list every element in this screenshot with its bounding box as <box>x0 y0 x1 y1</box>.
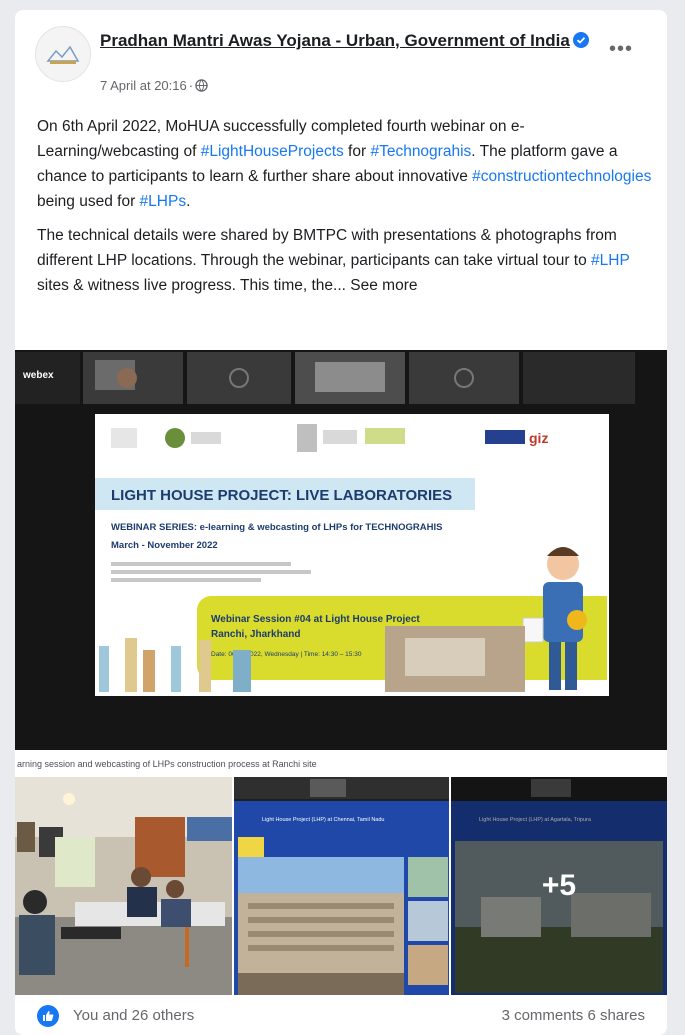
hashtag-link[interactable]: #LHPs <box>140 193 187 210</box>
comments-count[interactable]: 3 comments <box>502 1007 584 1024</box>
session-line-1: Webinar Session #04 at Light House Proje… <box>211 614 420 625</box>
more-photos-overlay[interactable]: +5 <box>451 777 667 995</box>
page-avatar[interactable] <box>35 26 91 82</box>
see-more-link[interactable]: See more <box>350 277 417 294</box>
post-text: On 6th April 2022, MoHUA successfully co… <box>37 114 662 307</box>
verified-badge-icon <box>572 32 589 48</box>
main-photo[interactable]: webex giz LIGHT HOUSE PROJECT: LIVE LABO… <box>15 350 667 750</box>
meeting-room-photo <box>15 777 232 995</box>
photo-caption: arning session and webcasting of LHPs co… <box>17 759 317 769</box>
reactions-summary[interactable]: You and 26 others <box>73 1007 194 1024</box>
photo-thumbnails: Light House Project (LHP) at Chennai, Ta… <box>15 777 667 997</box>
webex-label: webex <box>22 370 54 381</box>
webinar-screenshot: webex giz LIGHT HOUSE PROJECT: LIVE LABO… <box>15 350 667 750</box>
meta-separator: · <box>188 78 194 93</box>
slide-subtitle-1: WEBINAR SERIES: e-learning & webcasting … <box>111 522 442 533</box>
hashtag-link[interactable]: #Technograhis <box>370 143 471 160</box>
globe-icon <box>195 79 208 92</box>
shares-count[interactable]: 6 shares <box>587 1007 645 1024</box>
chennai-lhp-slide: Light House Project (LHP) at Chennai, Ta… <box>234 777 449 995</box>
hashtag-link[interactable]: #LHP <box>591 252 630 269</box>
post-paragraph-2: The technical details were shared by BMT… <box>37 223 662 298</box>
slide-subtitle-2: March - November 2022 <box>111 540 218 551</box>
post-text-run: being used for <box>37 193 140 210</box>
post-timestamp[interactable]: 7 April at 20:16 <box>100 78 187 93</box>
partner-logo-text: giz <box>529 430 548 446</box>
hashtag-link[interactable]: #constructiontechnologies <box>472 168 651 185</box>
pmay-logo-icon <box>46 45 80 64</box>
thumbnail-1[interactable] <box>15 777 232 995</box>
post-text-run: sites & witness live progress. This time… <box>37 277 351 294</box>
page-name-text[interactable]: Pradhan Mantri Awas Yojana - Urban, Gove… <box>100 31 570 50</box>
post-text-run: . <box>186 193 191 210</box>
slide-title: LIGHT HOUSE PROJECT: LIVE LABORATORIES <box>111 487 452 504</box>
thumbnail-2[interactable]: Light House Project (LHP) at Chennai, Ta… <box>234 777 449 995</box>
page-name-link[interactable]: Pradhan Mantri Awas Yojana - Urban, Gove… <box>100 28 590 53</box>
post-text-run: The technical details were shared by BMT… <box>37 227 617 269</box>
engagement-counts: 3 comments 6 shares <box>502 1007 645 1024</box>
post-text-run: for <box>343 143 371 160</box>
like-reaction-icon <box>37 1005 59 1027</box>
post-header: Pradhan Mantri Awas Yojana - Urban, Gove… <box>15 10 667 110</box>
post-footer: You and 26 others 3 comments 6 shares <box>15 1005 667 1035</box>
thumbnail-3[interactable]: Light House Project (LHP) at Agartala, T… <box>451 777 667 995</box>
session-line-2: Ranchi, Jharkhand <box>211 629 300 640</box>
post-paragraph-1: On 6th April 2022, MoHUA successfully co… <box>37 114 662 214</box>
post-meta: 7 April at 20:16 · <box>100 78 208 93</box>
hashtag-link[interactable]: #LightHouseProjects <box>201 143 344 160</box>
thumbs-up-icon <box>43 1011 54 1021</box>
more-options-button[interactable]: ••• <box>609 38 633 61</box>
post-card: Pradhan Mantri Awas Yojana - Urban, Gove… <box>15 10 667 1035</box>
thumbnail-2-title: Light House Project (LHP) at Chennai, Ta… <box>262 817 385 823</box>
post-paragraph-2-text: The technical details were shared by BMT… <box>37 227 630 294</box>
